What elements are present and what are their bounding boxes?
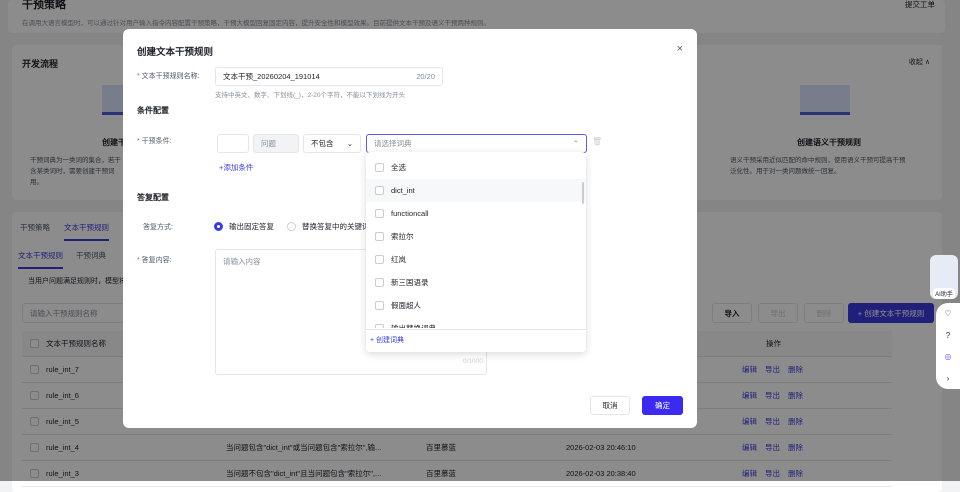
condition-label: 干预条件:: [137, 136, 172, 146]
dictionary-option[interactable]: 索拉尔: [366, 225, 586, 248]
cancel-button[interactable]: 取消: [590, 396, 630, 415]
option-checkbox[interactable]: [375, 255, 384, 264]
reply-content-label: 答复内容:: [137, 255, 172, 265]
close-icon[interactable]: ×: [677, 43, 683, 55]
reply-mode-replace-radio[interactable]: 替换答复中的关键词: [287, 221, 370, 232]
option-checkbox[interactable]: [375, 209, 384, 218]
reply-section-title: 答复配置: [137, 193, 169, 202]
dictionary-option[interactable]: dict_int: [366, 179, 586, 202]
option-checkbox[interactable]: [375, 163, 384, 172]
dictionary-option[interactable]: 全选: [366, 156, 586, 179]
condition-prefix-input[interactable]: [217, 134, 249, 153]
option-label: 新三国语录: [391, 278, 429, 287]
rule-name-label: 文本干预规则名称:: [137, 71, 200, 81]
option-label: 假面超人: [391, 301, 421, 310]
option-label: 全选: [391, 163, 406, 172]
create-dictionary-button[interactable]: + 创建词典: [366, 329, 586, 350]
dictionary-dropdown: 全选 dict_int functioncall 索拉尔红岚新三国语录假面超人输出替换…: [366, 152, 586, 352]
dictionary-select[interactable]: 请选择词典 ⌃: [366, 134, 587, 153]
option-label: 索拉尔: [391, 232, 414, 241]
rule-name-help: 支持中英文、数字、下划线(_)，2-20个字符，不能以下划线为开头: [215, 92, 405, 99]
side-toolbar: ♡ ? ◎ ›: [936, 303, 960, 389]
option-checkbox[interactable]: [375, 301, 384, 310]
condition-section-title: 条件配置: [137, 106, 169, 115]
rule-name-input[interactable]: 文本干预_20260204_191014 20/20: [215, 67, 443, 86]
option-checkbox[interactable]: [375, 232, 384, 241]
option-checkbox[interactable]: [375, 278, 384, 287]
dialog-title: 创建文本干预规则: [137, 47, 214, 58]
reply-mode-fixed-label: 输出固定答复: [229, 222, 274, 231]
option-label: 输出替换词典: [391, 323, 436, 328]
rule-name-count: 20/20: [416, 72, 435, 81]
trash-icon[interactable]: 🗑: [592, 137, 602, 146]
option-checkbox[interactable]: [375, 186, 384, 195]
dictionary-option[interactable]: 红岚: [366, 248, 586, 271]
reply-mode-fixed-radio[interactable]: 输出固定答复: [214, 221, 274, 232]
dictionary-option[interactable]: 假面超人: [366, 294, 586, 317]
ai-assistant-button[interactable]: AI助手: [930, 255, 958, 299]
reply-mode-label: 答复方式:: [143, 224, 173, 231]
app-logo-icon[interactable]: ◎: [945, 352, 952, 361]
rule-name-value: 文本干预_20260204_191014: [223, 72, 320, 81]
option-label: functioncall: [391, 209, 429, 218]
add-condition-button[interactable]: +添加条件: [219, 162, 253, 173]
confirm-button[interactable]: 确定: [642, 396, 683, 415]
dictionary-placeholder: 请选择词典: [374, 139, 412, 148]
dictionary-option[interactable]: functioncall: [366, 202, 586, 225]
chevron-up-icon: ⌃: [572, 139, 579, 148]
condition-field: 问题: [253, 134, 299, 153]
dictionary-option[interactable]: 输出替换词典: [366, 317, 586, 328]
condition-operator-value: 不包含: [311, 139, 334, 148]
reply-content-count: 0/1000: [463, 358, 483, 365]
option-checkbox[interactable]: [375, 324, 384, 328]
option-label: 红岚: [391, 255, 406, 264]
option-label: dict_int: [391, 186, 415, 195]
condition-operator-select[interactable]: 不包含 ⌄: [303, 134, 361, 153]
chevron-right-icon[interactable]: ›: [947, 374, 950, 383]
help-icon[interactable]: ?: [946, 331, 950, 340]
reply-mode-replace-label: 替换答复中的关键词: [302, 222, 370, 231]
dropdown-scrollbar[interactable]: [582, 182, 584, 204]
heart-icon[interactable]: ♡: [944, 309, 951, 318]
dictionary-option[interactable]: 新三国语录: [366, 271, 586, 294]
chevron-down-icon: ⌄: [346, 139, 353, 148]
ai-assistant-label: AI助手: [933, 288, 955, 299]
dictionary-option-list[interactable]: 全选 dict_int functioncall 索拉尔红岚新三国语录假面超人输出替换…: [366, 152, 586, 328]
